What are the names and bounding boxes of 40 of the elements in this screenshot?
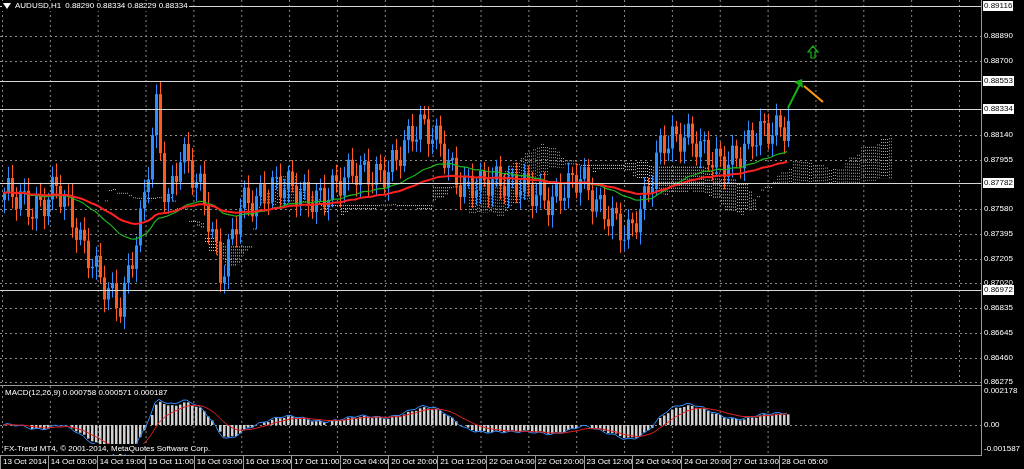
chart-symbol: AUDUSD,H1 (15, 1, 62, 11)
time-label: 23 Oct 12:00 (583, 456, 633, 469)
time-label: 16 Oct 03:00 (193, 456, 243, 469)
time-label: 15 Oct 11:00 (145, 456, 194, 469)
price-label: 0.86645 (983, 328, 1014, 339)
time-label: 21 Oct 12:00 (437, 456, 486, 469)
time-label: 24 Oct 20:00 (681, 456, 731, 469)
copyright-text: FX-Trend MT4, © 2001-2014, MetaQuotes Software Corp. (3, 444, 212, 454)
price-label: 0.88700 (983, 56, 1014, 67)
indicator-scale-label: 0.00 (983, 420, 1001, 430)
price-label: 0.88890 (983, 30, 1014, 41)
time-label: 13 Oct 2014 (0, 456, 48, 469)
price-level-tag: 0.88553 (983, 75, 1014, 86)
time-label: 27 Oct 13:00 (730, 456, 779, 469)
time-label: 22 Oct 20:00 (534, 456, 584, 469)
price-label: 0.88140 (983, 130, 1014, 141)
indicator-scale-label: 0.002178 (983, 386, 1019, 396)
indicator-title: MACD(12,26,9) 0.000758 0.000571 0.000187 (4, 388, 169, 398)
price-label: 0.86460 (983, 352, 1014, 363)
price-label: 0.87580 (983, 204, 1014, 215)
time-label: 17 Oct 11:00 (291, 456, 340, 469)
price-label: 0.86835 (983, 302, 1014, 313)
price-level-tag: 0.88334 (983, 104, 1014, 115)
price-level-tag: 0.87782 (983, 177, 1014, 188)
price-level-tag: 0.86972 (983, 284, 1014, 295)
time-label: 14 Oct 03:00 (47, 456, 97, 469)
price-values: 0.88290 0.88334 0.88229 0.88334 (65, 1, 188, 11)
price-label: 0.86275 (983, 377, 1014, 387)
time-label: 22 Oct 04:00 (485, 456, 535, 469)
time-label: 28 Oct 05:00 (778, 456, 828, 469)
time-label: 14 Oct 19:00 (96, 456, 146, 469)
time-label: 24 Oct 04:00 (632, 456, 682, 469)
price-level-tag: 0.89116 (983, 1, 1014, 11)
time-label: 20 Oct 04:00 (339, 456, 389, 469)
price-label: 0.87395 (983, 228, 1014, 239)
time-label: 16 Oct 19:00 (242, 456, 292, 469)
indicator-scale-label: -0.001587 (983, 444, 1022, 454)
price-label: 0.87955 (983, 154, 1014, 165)
price-label: 0.87205 (983, 253, 1014, 264)
time-label: 20 Oct 20:00 (388, 456, 438, 469)
